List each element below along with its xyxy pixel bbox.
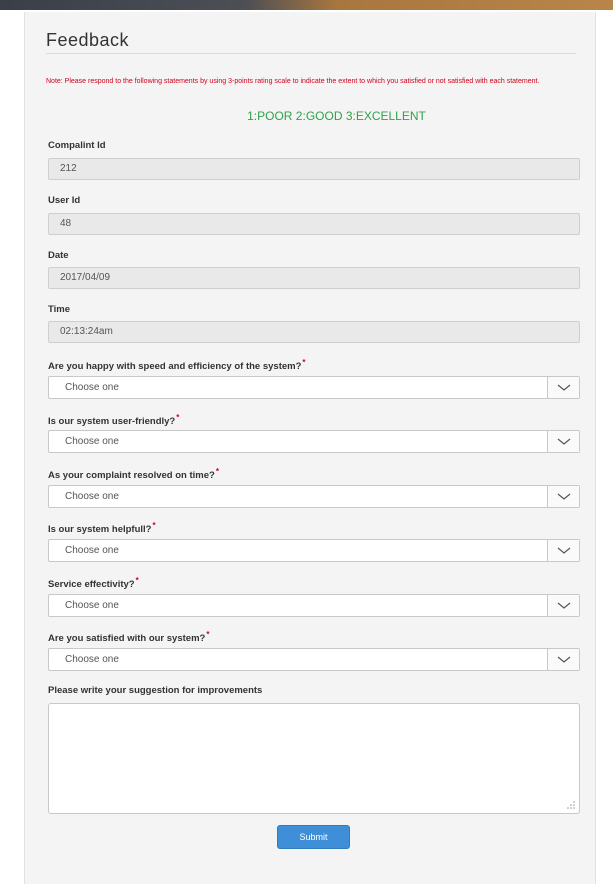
question-label-satisfied: Are you satisfied with our system?*	[48, 630, 209, 644]
chevron-down-icon[interactable]	[547, 431, 579, 452]
question-text: As your complaint resolved on time?	[48, 470, 215, 482]
required-asterisk: *	[206, 630, 210, 639]
resize-handle-icon[interactable]	[566, 800, 575, 809]
question-text: Are you satisfied with our system?	[48, 633, 206, 645]
title-divider	[46, 53, 576, 54]
required-asterisk: *	[215, 467, 219, 476]
chevron-down-icon[interactable]	[547, 540, 579, 561]
submit-button[interactable]: Submit	[277, 825, 350, 849]
select-value: Choose one	[65, 654, 119, 665]
suggestion-label: Please write your suggestion for improve…	[48, 685, 263, 696]
date-label: Date	[48, 250, 69, 261]
required-asterisk: *	[135, 576, 139, 585]
complaint-id-field: 212	[48, 158, 580, 180]
complaint-id-label: Compalint Id	[48, 140, 106, 151]
user-id-field: 48	[48, 213, 580, 235]
chevron-down-icon[interactable]	[547, 595, 579, 616]
chevron-down-icon[interactable]	[547, 649, 579, 670]
select-resolved-on-time[interactable]: Choose one	[48, 485, 580, 508]
question-text: Is our system helpfull?	[48, 524, 152, 536]
select-value: Choose one	[65, 436, 119, 447]
top-banner	[0, 0, 613, 10]
date-field: 2017/04/09	[48, 267, 580, 289]
select-value: Choose one	[65, 600, 119, 611]
required-asterisk: *	[302, 358, 306, 367]
select-value: Choose one	[65, 491, 119, 502]
chevron-down-icon[interactable]	[547, 486, 579, 507]
required-asterisk: *	[176, 413, 180, 422]
rating-scale-legend: 1:POOR 2:GOOD 3:EXCELLENT	[247, 109, 426, 123]
question-label-resolved-on-time: As your complaint resolved on time?*	[48, 467, 219, 481]
time-label: Time	[48, 304, 71, 315]
required-asterisk: *	[152, 521, 156, 530]
select-satisfied[interactable]: Choose one	[48, 648, 580, 671]
select-value: Choose one	[65, 382, 119, 393]
select-speed-efficiency[interactable]: Choose one	[48, 376, 580, 399]
suggestion-textarea[interactable]	[48, 703, 580, 814]
user-id-label: User Id	[48, 195, 81, 206]
select-user-friendly[interactable]: Choose one	[48, 430, 580, 453]
chevron-down-icon[interactable]	[547, 377, 579, 398]
instruction-note: Note: Please respond to the following st…	[46, 78, 540, 85]
select-value: Choose one	[65, 545, 119, 556]
question-text: Service effectivity?	[48, 579, 135, 591]
time-field: 02:13:24am	[48, 321, 580, 343]
question-label-user-friendly: Is our system user-friendly?*	[48, 413, 179, 427]
page-title: Feedback	[46, 30, 130, 50]
select-helpful[interactable]: Choose one	[48, 539, 580, 562]
question-text: Is our system user-friendly?	[48, 416, 176, 428]
question-label-speed: Are you happy with speed and efficiency …	[48, 358, 306, 372]
question-text: Are you happy with speed and efficiency …	[48, 361, 302, 373]
question-label-helpful: Is our system helpfull?*	[48, 521, 156, 535]
question-label-effectivity: Service effectivity?*	[48, 576, 139, 590]
select-service-effectivity[interactable]: Choose one	[48, 594, 580, 617]
